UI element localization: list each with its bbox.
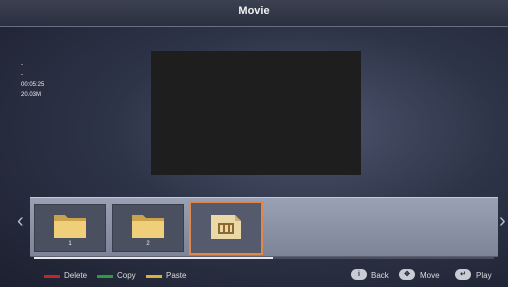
folder-label: 1 bbox=[68, 241, 72, 247]
folder-item-1[interactable]: 1 bbox=[34, 204, 106, 252]
folder-label: 2 bbox=[146, 241, 150, 247]
move-label[interactable]: Move bbox=[420, 271, 440, 280]
yellow-key-icon bbox=[146, 275, 162, 278]
footer-bar: Delete Copy Paste i Back ✥ Move ↵ Play bbox=[0, 269, 508, 284]
enter-play-icon[interactable]: ↵ bbox=[455, 269, 471, 280]
move-arrows-icon[interactable]: ✥ bbox=[399, 269, 415, 280]
info-duration: 00:05:25 bbox=[21, 82, 45, 88]
folder-icon bbox=[54, 215, 86, 238]
info-back-icon[interactable]: i bbox=[351, 269, 367, 280]
info-line: - bbox=[21, 62, 23, 68]
green-key-icon bbox=[97, 275, 113, 278]
info-size: 20.03M bbox=[21, 92, 42, 98]
movie-file-item[interactable] bbox=[189, 201, 263, 255]
folder-item-2[interactable]: 2 bbox=[112, 204, 184, 252]
info-line: - bbox=[21, 72, 23, 78]
title-bar: Movie bbox=[0, 0, 508, 27]
delete-label: Delete bbox=[64, 271, 88, 280]
paste-label: Paste bbox=[166, 271, 187, 280]
folder-icon bbox=[132, 215, 164, 238]
chevron-left-icon[interactable]: ‹ bbox=[17, 210, 24, 233]
red-key-icon bbox=[44, 275, 60, 278]
movie-file-icon bbox=[211, 215, 241, 239]
chevron-right-icon[interactable]: › bbox=[499, 210, 506, 233]
video-preview bbox=[151, 51, 361, 175]
file-info-panel: - - 00:05:25 20.03M bbox=[21, 60, 44, 100]
play-label[interactable]: Play bbox=[476, 271, 492, 280]
copy-label: Copy bbox=[117, 271, 136, 280]
progress-fill bbox=[34, 257, 274, 259]
progress-track bbox=[34, 257, 494, 259]
page-title: Movie bbox=[238, 5, 270, 17]
back-label[interactable]: Back bbox=[371, 271, 389, 280]
